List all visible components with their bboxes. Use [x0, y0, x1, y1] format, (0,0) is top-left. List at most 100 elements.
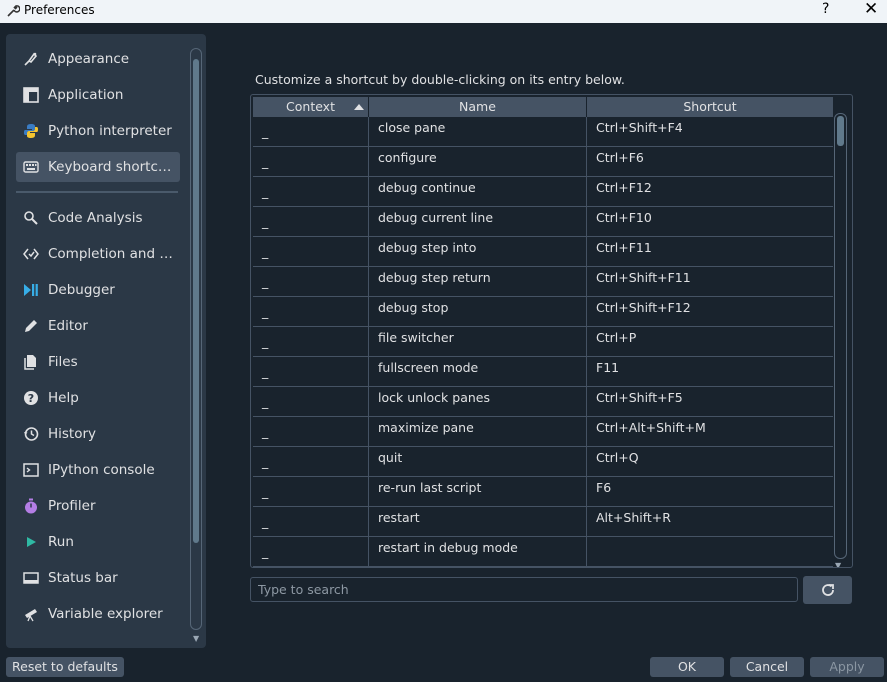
- column-header-shortcut[interactable]: Shortcut: [587, 97, 833, 117]
- cell-name: debug stop: [369, 297, 587, 326]
- table-row[interactable]: _ close pane Ctrl+Shift+F4: [253, 117, 833, 147]
- instructions-text: Customize a shortcut by double-clicking …: [255, 72, 625, 87]
- sidebar-item-appearance[interactable]: Appearance: [16, 44, 180, 74]
- sidebar-item-label: Keyboard shortcuts: [48, 159, 176, 175]
- refresh-icon: [821, 584, 834, 596]
- cell-shortcut: F6: [596, 480, 612, 495]
- sidebar-item-profiler[interactable]: Profiler: [16, 491, 180, 521]
- sidebar-separator: [16, 191, 178, 193]
- scrollbar-thumb[interactable]: [193, 59, 199, 543]
- cell-context: _: [253, 537, 369, 566]
- table-row[interactable]: _ debug current line Ctrl+F10: [253, 207, 833, 237]
- cell-context: _: [253, 327, 369, 356]
- cell-shortcut: Ctrl+Shift+F4: [596, 120, 683, 135]
- sidebar-item-status-bar[interactable]: Status bar: [16, 563, 180, 593]
- layout-icon: [22, 86, 40, 104]
- table-row[interactable]: _ maximize pane Ctrl+Alt+Shift+M: [253, 417, 833, 447]
- sidebar-item-label: Completion and linting: [48, 246, 176, 262]
- sidebar-item-ipython-console[interactable]: IPython console: [16, 455, 180, 485]
- sidebar-item-application[interactable]: Application: [16, 80, 180, 110]
- cell-name: restart: [369, 507, 587, 536]
- table-scrollbar[interactable]: ▼: [834, 113, 847, 567]
- sidebar-item-editor[interactable]: Editor: [16, 311, 180, 341]
- sort-ascending-icon: [354, 104, 364, 110]
- sidebar-item-run[interactable]: Run: [16, 527, 180, 557]
- cell-context: _: [253, 387, 369, 416]
- cell-name: re-run last script: [369, 477, 587, 506]
- cell-shortcut: Ctrl+F6: [596, 150, 644, 165]
- cell-name: fullscreen mode: [369, 357, 587, 386]
- column-header-name[interactable]: Name: [369, 97, 587, 117]
- cell-context: _: [253, 237, 369, 266]
- cell-shortcut: Ctrl+P: [596, 330, 637, 345]
- cell-shortcut: Ctrl+Shift+F12: [596, 300, 691, 315]
- cell-shortcut: Alt+Shift+R: [596, 510, 671, 525]
- sidebar-item-debugger[interactable]: Debugger: [16, 275, 180, 305]
- cell-context: _: [253, 117, 369, 146]
- cell-name: maximize pane: [369, 417, 587, 446]
- table-row[interactable]: _ quit Ctrl+Q: [253, 447, 833, 477]
- cell-context: _: [253, 207, 369, 236]
- table-row[interactable]: _ re-run last script F6: [253, 477, 833, 507]
- table-row[interactable]: _ lock unlock panes Ctrl+Shift+F5: [253, 387, 833, 417]
- table-row[interactable]: _ restart Alt+Shift+R: [253, 507, 833, 537]
- reset-to-defaults-button[interactable]: Reset to defaults: [6, 657, 124, 677]
- sidebar-item-help[interactable]: ? Help: [16, 383, 180, 413]
- sidebar-item-label: History: [48, 426, 97, 442]
- sidebar-item-python-interpreter[interactable]: Python interpreter: [16, 116, 180, 146]
- cell-context: _: [253, 177, 369, 206]
- cell-name: file switcher: [369, 327, 587, 356]
- cell-shortcut: [587, 537, 833, 566]
- scrollbar-thumb[interactable]: [837, 116, 844, 146]
- cell-shortcut: Ctrl+F10: [596, 210, 652, 225]
- cell-name: configure: [369, 147, 587, 176]
- scroll-down-arrow-icon[interactable]: ▼: [193, 634, 199, 643]
- table-row[interactable]: _ debug stop Ctrl+Shift+F12: [253, 297, 833, 327]
- table-row[interactable]: _ configure Ctrl+F6: [253, 147, 833, 177]
- sidebar-item-files[interactable]: Files: [16, 347, 180, 377]
- cell-context: _: [253, 297, 369, 326]
- table-row[interactable]: _ debug step return Ctrl+Shift+F11: [253, 267, 833, 297]
- sidebar-item-label: Appearance: [48, 51, 130, 67]
- help-icon: ?: [22, 389, 40, 407]
- table-row[interactable]: _ restart in debug mode: [253, 537, 833, 567]
- cell-name: quit: [369, 447, 587, 476]
- table-body: _ close pane Ctrl+Shift+F4 _ configure Ctrl+…: [253, 117, 833, 567]
- sidebar-scrollbar[interactable]: ▼: [190, 48, 202, 643]
- column-header-context[interactable]: Context: [253, 97, 369, 117]
- sidebar-item-label: Profiler: [48, 498, 96, 514]
- cell-shortcut: Ctrl+F12: [596, 180, 652, 195]
- table-row[interactable]: _ debug continue Ctrl+F12: [253, 177, 833, 207]
- search-input[interactable]: [250, 577, 798, 602]
- table-row[interactable]: _ debug step into Ctrl+F11: [253, 237, 833, 267]
- reset-search-button[interactable]: [803, 576, 852, 604]
- window-title: Preferences: [24, 3, 95, 17]
- cell-name: debug step return: [369, 267, 587, 296]
- sidebar-item-label: Run: [48, 534, 74, 550]
- cell-context: _: [253, 147, 369, 176]
- table-row[interactable]: _ fullscreen mode F11: [253, 357, 833, 387]
- table-row[interactable]: _ file switcher Ctrl+P: [253, 327, 833, 357]
- sidebar-item-history[interactable]: History: [16, 419, 180, 449]
- apply-button[interactable]: Apply: [810, 657, 884, 677]
- help-button[interactable]: ?: [822, 1, 829, 17]
- sidebar-item-code-analysis[interactable]: Code Analysis: [16, 203, 180, 233]
- sidebar-item-label: Debugger: [48, 282, 115, 298]
- cancel-button[interactable]: Cancel: [730, 657, 804, 677]
- paint-brush-icon: [22, 50, 40, 68]
- table-header: Context Name Shortcut: [253, 97, 833, 117]
- cell-context: _: [253, 477, 369, 506]
- cell-shortcut: Ctrl+Shift+F5: [596, 390, 683, 405]
- python-icon: [22, 122, 40, 140]
- ok-button[interactable]: OK: [650, 657, 724, 677]
- sidebar-item-label: Editor: [48, 318, 88, 334]
- close-button[interactable]: ✕: [864, 0, 878, 19]
- cell-shortcut: Ctrl+Alt+Shift+M: [596, 420, 706, 435]
- sidebar-item-variable-explorer[interactable]: Variable explorer: [16, 599, 180, 629]
- terminal-icon: [22, 461, 40, 479]
- scroll-down-arrow-icon[interactable]: ▼: [835, 561, 841, 567]
- sidebar-item-completion-and-linting[interactable]: Completion and linting: [16, 239, 180, 269]
- column-header-label: Name: [459, 99, 496, 114]
- cell-name: debug continue: [369, 177, 587, 206]
- sidebar-item-keyboard-shortcuts[interactable]: Keyboard shortcuts: [16, 152, 180, 182]
